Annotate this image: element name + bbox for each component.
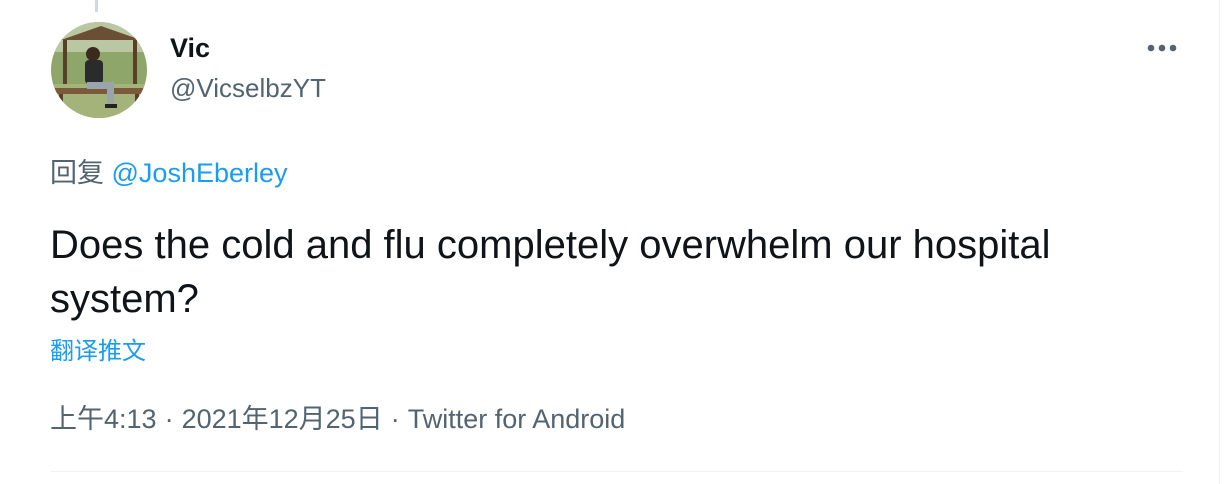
author-display-name[interactable]: Vic (170, 32, 210, 64)
tweet-metadata: 上午4:13 · 2021年12月25日 · Twitter for Android (50, 402, 625, 436)
tweet-text: Does the cold and flu completely overwhe… (50, 223, 1051, 321)
reply-context: 回复 @JoshEberley (50, 156, 288, 190)
author-handle[interactable]: @VicselbzYT (170, 72, 326, 104)
more-horizontal-icon (1147, 44, 1177, 52)
divider (50, 471, 1183, 472)
tweet-time[interactable]: 上午4:13 (50, 404, 157, 434)
avatar[interactable] (51, 22, 147, 118)
translate-tweet-link[interactable]: 翻译推文 (50, 336, 146, 368)
reply-prefix: 回复 (50, 158, 104, 188)
tweet-source-link[interactable]: Twitter for Android (408, 404, 626, 434)
thread-connector-line (95, 0, 98, 12)
avatar-photo (51, 22, 147, 118)
more-options-button[interactable] (1140, 28, 1184, 68)
column-border (1219, 0, 1220, 484)
tweet-date[interactable]: 2021年12月25日 (182, 404, 383, 434)
meta-separator: · (164, 404, 174, 434)
reply-mention-link[interactable]: @JoshEberley (112, 158, 288, 188)
meta-separator: · (390, 404, 400, 434)
tweet-detail: Vic @VicselbzYT 回复 @JoshEberley Does the… (0, 0, 1230, 484)
